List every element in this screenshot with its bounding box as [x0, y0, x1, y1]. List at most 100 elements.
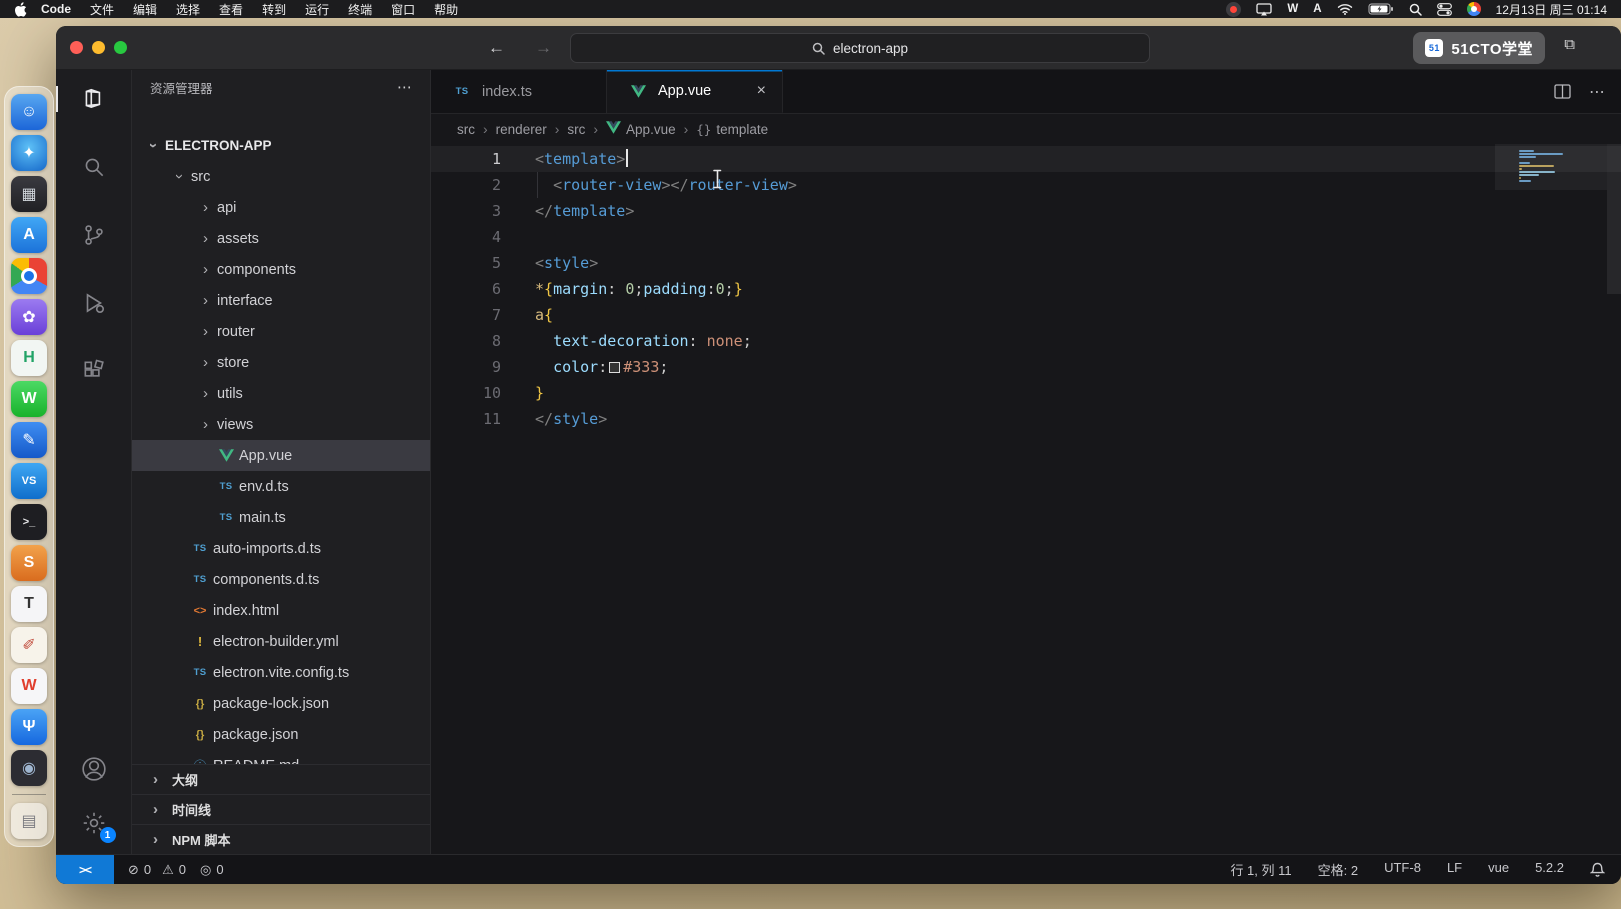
status-item-4[interactable]: vue	[1488, 860, 1509, 879]
run-debug-icon[interactable]	[79, 288, 109, 318]
forward-arrow-icon[interactable]: →	[535, 38, 552, 58]
code-editor[interactable]: 1<template>2 <router-view></router-view>…	[431, 144, 1621, 854]
dock-purple-app-icon[interactable]: ✿	[11, 299, 47, 335]
recording-indicator-icon[interactable]	[1226, 2, 1241, 17]
tree-item-index.html[interactable]: <>index.html	[132, 595, 430, 626]
dock-dark-app-icon[interactable]: ◉	[11, 750, 47, 786]
more-actions-icon[interactable]: ⋯	[397, 78, 412, 96]
menu-item-5[interactable]: 转到	[262, 1, 286, 18]
close-window-button[interactable]	[70, 41, 83, 54]
split-editor-icon[interactable]	[1554, 84, 1571, 99]
dock-h-app-icon[interactable]: H	[11, 340, 47, 376]
status-item-0[interactable]: 行 1, 列 11	[1230, 860, 1291, 879]
minimap[interactable]	[1519, 150, 1565, 182]
dock-wps-icon[interactable]: W	[11, 668, 47, 704]
breadcrumb-src[interactable]: src	[457, 122, 475, 137]
tree-item-electron-builder.yml[interactable]: !electron-builder.yml	[132, 626, 430, 657]
tree-item-views[interactable]: ›views	[132, 409, 430, 440]
sidebar-section-2[interactable]: ›NPM 脚本	[132, 824, 430, 854]
menu-item-0[interactable]: Code	[41, 2, 71, 16]
menu-item-3[interactable]: 选择	[176, 1, 200, 18]
account-icon[interactable]	[79, 754, 109, 784]
status-item-2[interactable]: UTF-8	[1384, 860, 1421, 879]
search-sidebar-icon[interactable]	[79, 152, 109, 182]
dock-app-store-icon[interactable]: A	[11, 217, 47, 253]
wps-menu-icon[interactable]: W	[1287, 3, 1298, 15]
tab-index.ts[interactable]: TSindex.ts	[431, 70, 607, 113]
minimize-window-button[interactable]	[92, 41, 105, 54]
dock-launchpad-icon[interactable]: ▦	[11, 176, 47, 212]
explorer-icon[interactable]	[79, 84, 109, 114]
sidebar-section-0[interactable]: ›大纲	[132, 764, 430, 794]
menu-item-8[interactable]: 窗口	[391, 1, 415, 18]
menu-item-2[interactable]: 编辑	[133, 1, 157, 18]
dock-blue-pen-app-icon[interactable]: ✎	[11, 422, 47, 458]
dock-paint-app-icon[interactable]: ✐	[11, 627, 47, 663]
apple-menu-icon[interactable]	[14, 2, 27, 17]
status-item-5[interactable]: 5.2.2	[1535, 860, 1564, 879]
dock-typora-icon[interactable]: T	[11, 586, 47, 622]
sidebar-section-1[interactable]: ›时间线	[132, 794, 430, 824]
dock-trash-icon[interactable]: ▤	[11, 803, 47, 839]
css-color-swatch[interactable]	[609, 362, 620, 373]
status-item-1[interactable]: 空格: 2	[1318, 860, 1358, 879]
wifi-icon[interactable]	[1337, 3, 1353, 15]
dock-wechat-icon[interactable]: W	[11, 381, 47, 417]
more-actions-icon[interactable]: ⋯	[1589, 82, 1605, 102]
tree-item-router[interactable]: ›router	[132, 316, 430, 347]
menubar-clock[interactable]: 12月13日 周三 01:14	[1496, 1, 1607, 18]
dock-vscode-icon[interactable]: VS	[11, 463, 47, 499]
dock-finder-icon[interactable]: ☺	[11, 94, 47, 130]
menu-item-4[interactable]: 查看	[219, 1, 243, 18]
remote-indicator[interactable]: ><	[56, 855, 114, 884]
tree-item-README.md[interactable]: ⓘREADME.md	[132, 750, 430, 764]
screen-mirroring-icon[interactable]	[1256, 3, 1272, 16]
tree-item-src[interactable]: ›src	[132, 161, 430, 192]
tree-root-electron-app[interactable]: › ELECTRON-APP	[132, 130, 430, 161]
breadcrumb-template[interactable]: {}template	[696, 122, 768, 137]
menu-item-1[interactable]: 文件	[90, 1, 114, 18]
dock-deer-app-icon[interactable]: Ψ	[11, 709, 47, 745]
back-arrow-icon[interactable]: ←	[488, 38, 505, 58]
dock-safari-icon[interactable]: ✦	[11, 135, 47, 171]
tree-item-assets[interactable]: ›assets	[132, 223, 430, 254]
source-control-icon[interactable]	[79, 220, 109, 250]
chrome-menu-icon[interactable]	[1467, 2, 1481, 16]
menu-item-6[interactable]: 运行	[305, 1, 329, 18]
command-center-search[interactable]: electron-app	[570, 33, 1150, 63]
tree-item-components[interactable]: ›components	[132, 254, 430, 285]
dock-terminal-icon[interactable]: >_	[11, 504, 47, 540]
input-source-icon[interactable]: A	[1313, 3, 1321, 15]
tree-item-package-lock.json[interactable]: {}package-lock.json	[132, 688, 430, 719]
breadcrumb-App.vue[interactable]: App.vue	[606, 121, 676, 137]
tree-item-env.d.ts[interactable]: TSenv.d.ts	[132, 471, 430, 502]
tree-item-package.json[interactable]: {}package.json	[132, 719, 430, 750]
breadcrumb-src[interactable]: src	[567, 122, 585, 137]
spotlight-search-icon[interactable]	[1409, 3, 1422, 16]
dock-chrome-icon[interactable]	[11, 258, 47, 294]
tab-App.vue[interactable]: App.vue×	[607, 70, 783, 113]
tree-item-interface[interactable]: ›interface	[132, 285, 430, 316]
menu-item-9[interactable]: 帮助	[434, 1, 458, 18]
tree-item-auto-imports.d.ts[interactable]: TSauto-imports.d.ts	[132, 533, 430, 564]
tree-item-components.d.ts[interactable]: TScomponents.d.ts	[132, 564, 430, 595]
problems-indicator[interactable]: ⊘ 0 ⚠ 0	[128, 862, 186, 878]
status-item-3[interactable]: LF	[1447, 860, 1462, 879]
ports-indicator[interactable]: ◎ 0	[200, 862, 224, 878]
settings-gear-icon[interactable]: 1	[79, 808, 109, 838]
tree-item-electron.vite.config.ts[interactable]: TSelectron.vite.config.ts	[132, 657, 430, 688]
extensions-icon[interactable]	[79, 356, 109, 386]
tree-item-utils[interactable]: ›utils	[132, 378, 430, 409]
editor-scrollbar[interactable]	[1607, 144, 1621, 294]
tree-item-api[interactable]: ›api	[132, 192, 430, 223]
zoom-window-button[interactable]	[114, 41, 127, 54]
close-icon[interactable]: ×	[757, 82, 766, 100]
menu-item-7[interactable]: 终端	[348, 1, 372, 18]
control-center-icon[interactable]	[1437, 3, 1452, 16]
dock-orange-app-icon[interactable]: S	[11, 545, 47, 581]
breadcrumb-renderer[interactable]: renderer	[496, 122, 547, 137]
tree-item-store[interactable]: ›store	[132, 347, 430, 378]
notifications-bell-icon[interactable]	[1590, 862, 1605, 878]
tree-item-main.ts[interactable]: TSmain.ts	[132, 502, 430, 533]
tree-item-App.vue[interactable]: App.vue	[132, 440, 430, 471]
